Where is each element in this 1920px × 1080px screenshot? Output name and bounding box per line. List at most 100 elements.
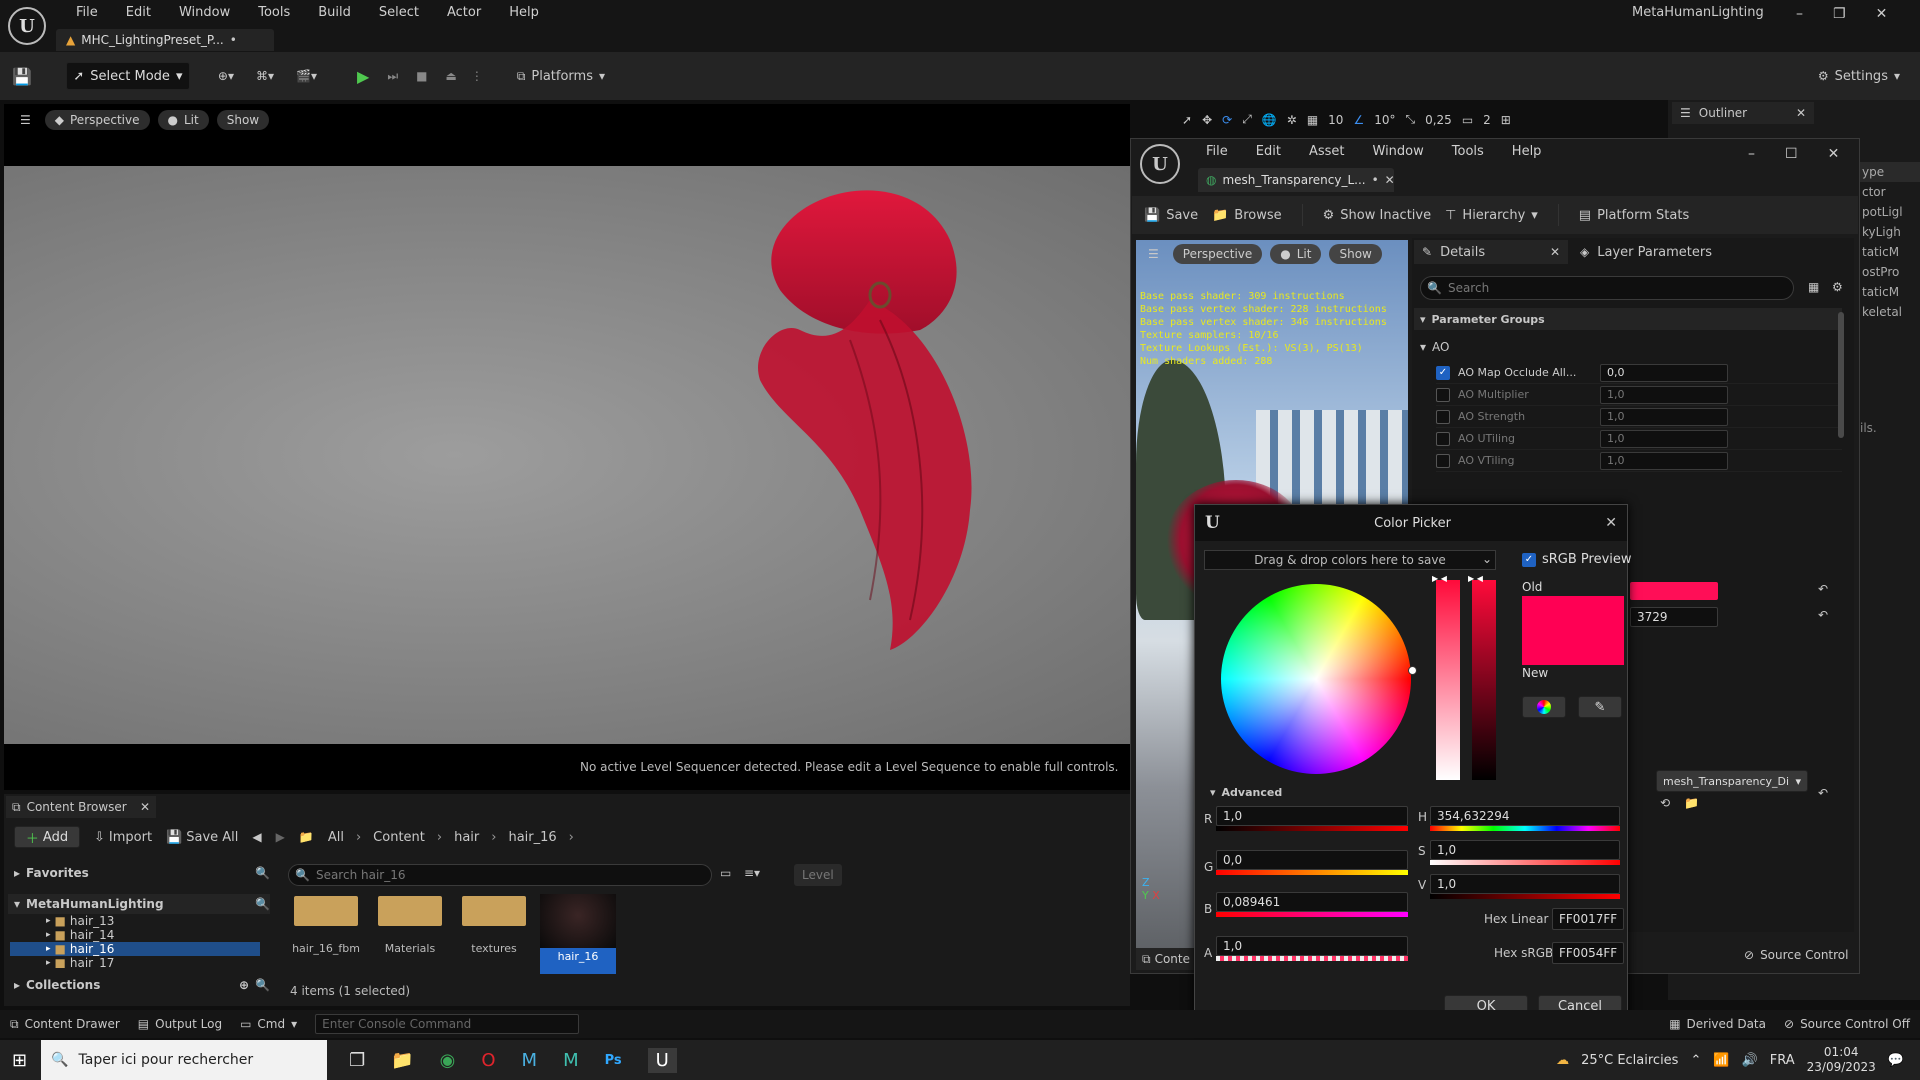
close-icon[interactable]: ✕ (1828, 146, 1840, 162)
grid-snap-value[interactable]: 10 (1328, 113, 1343, 127)
save-search-icon[interactable]: ▭ (720, 866, 731, 880)
asset-tile[interactable]: textures (456, 894, 532, 974)
reset-arrow-icon[interactable]: ↶ (1818, 582, 1828, 596)
chrome-icon[interactable]: ◉ (440, 1050, 456, 1071)
save-button[interactable]: 💾 Save (1144, 208, 1198, 223)
favorites-header[interactable]: ▸ Favorites 🔍 (14, 866, 270, 880)
color-picker-titlebar[interactable]: U Color Picker ✕ (1195, 505, 1627, 541)
collections-header[interactable]: ▸ Collections ⊕ 🔍 (14, 978, 270, 992)
preview-perspective-button[interactable]: Perspective (1172, 244, 1263, 264)
outliner-item[interactable]: keletal (1860, 302, 1920, 322)
menu-help[interactable]: Help (495, 5, 553, 20)
outliner-item[interactable]: taticM (1860, 282, 1920, 302)
outliner-item[interactable]: taticM (1860, 242, 1920, 262)
show-button[interactable]: Show (216, 110, 270, 130)
asset-search-input[interactable]: 🔍 Search hair_16 (288, 864, 712, 886)
browse-asset-icon[interactable]: 📁 (1684, 796, 1699, 810)
srgb-preview-toggle[interactable]: ✓ sRGB Preview (1522, 552, 1632, 567)
file-explorer-icon[interactable]: 📁 (391, 1050, 413, 1071)
content-drawer-button[interactable]: ⧉ Content Drawer (10, 1017, 120, 1032)
step-icon[interactable]: ⏭ (387, 69, 398, 84)
menu-actor[interactable]: Actor (433, 5, 495, 20)
s-input[interactable]: 1,0 (1430, 840, 1620, 860)
rotate-icon[interactable]: ⟳ (1222, 113, 1232, 127)
add-collection-icon[interactable]: ⊕ (239, 978, 249, 992)
menu-build[interactable]: Build (304, 5, 365, 20)
details-search-input[interactable]: 🔍 Search (1420, 276, 1794, 300)
task-view-icon[interactable]: ❐ (349, 1050, 365, 1071)
chevron-right-icon[interactable]: › (437, 830, 442, 845)
source-control-off-button[interactable]: ⊘ Source Control Off (1784, 1017, 1910, 1031)
blueprint-icon[interactable]: ⌘▾ (256, 69, 274, 83)
maximize-icon[interactable]: ☐ (1785, 146, 1798, 162)
cmd-dropdown[interactable]: ▭ Cmd ▾ (240, 1017, 297, 1031)
hamburger-icon[interactable]: ☰ (14, 113, 37, 127)
browse-button[interactable]: 📁 Browse (1212, 208, 1282, 223)
save-all-button[interactable]: 💾 Save All (166, 830, 238, 845)
old-color-swatch[interactable] (1522, 596, 1624, 629)
search-icon[interactable]: 🔍 (255, 978, 270, 992)
layout-icon[interactable]: ⊞ (1501, 113, 1511, 127)
parameter-override-checkbox[interactable] (1436, 409, 1450, 424)
details-tab[interactable]: ✎ Details ✕ (1414, 240, 1568, 264)
surface-snap-icon[interactable]: ✲ (1287, 113, 1297, 127)
opera-icon[interactable]: O (481, 1050, 495, 1071)
stop-icon[interactable]: ■ (416, 69, 427, 83)
srgb-checkbox[interactable]: ✓ (1522, 552, 1536, 567)
h-input[interactable]: 354,632294 (1430, 806, 1620, 826)
save-level-icon[interactable]: 💾 (12, 67, 32, 86)
eyedropper-button[interactable]: ✎ (1578, 696, 1622, 718)
chevron-right-icon[interactable]: › (491, 830, 496, 845)
material-menu-asset[interactable]: Asset (1295, 144, 1359, 159)
details-close-icon[interactable]: ✕ (1550, 245, 1560, 259)
outliner-item[interactable]: kyLigh (1860, 222, 1920, 242)
camera-speed-icon[interactable]: ▭ (1462, 113, 1473, 127)
hierarchy-button[interactable]: ⊤ Hierarchy ▾ (1445, 208, 1538, 223)
material-menu-window[interactable]: Window (1359, 144, 1438, 159)
content-browser-tab[interactable]: ⧉ Content Browser ✕ (6, 796, 156, 818)
material-menu-edit[interactable]: Edit (1242, 144, 1295, 159)
preview-lit-button[interactable]: ● Lit (1270, 244, 1322, 264)
param-color-swatch[interactable] (1630, 582, 1718, 600)
derived-data-button[interactable]: ▦ Derived Data (1669, 1017, 1766, 1031)
back-icon[interactable]: ◀ (252, 830, 261, 844)
outliner-close-icon[interactable]: ✕ (1796, 106, 1806, 120)
parameter-override-checkbox[interactable] (1436, 453, 1450, 468)
folder-tree-item[interactable]: ▸ ■ hair_14 (10, 928, 260, 942)
more-icon[interactable]: ⋮ (471, 69, 483, 83)
folder-tree-item[interactable]: ▸ ■ hair_17 (10, 956, 260, 968)
weather-label[interactable]: 25°C Eclaircies (1581, 1053, 1678, 1068)
parameter-value-input[interactable]: 1,0 (1600, 451, 1728, 470)
value-slider-handle[interactable]: ▶ ◀ (1468, 574, 1483, 583)
r-input[interactable]: 1,0 (1216, 806, 1408, 826)
settings-button[interactable]: ⚙ Settings ▾ (1818, 69, 1900, 84)
color-picker-close-icon[interactable]: ✕ (1605, 515, 1617, 531)
a-input[interactable]: 1,0 (1216, 936, 1408, 956)
outliner-item[interactable]: ctor (1860, 182, 1920, 202)
saturation-slider-handle[interactable]: ▶ ◀ (1432, 574, 1447, 583)
material-menu-file[interactable]: File (1192, 144, 1242, 159)
outliner-item[interactable]: ostPro (1860, 262, 1920, 282)
v-input[interactable]: 1,0 (1430, 874, 1620, 894)
texture-select-dropdown[interactable]: mesh_Transparency_Di ▾ (1656, 770, 1808, 792)
parameter-override-checkbox[interactable] (1436, 431, 1450, 446)
unreal-taskbar-icon[interactable]: U (647, 1047, 677, 1073)
translate-icon[interactable]: ✥ (1202, 113, 1212, 127)
saturation-slider[interactable] (1436, 580, 1460, 780)
platform-stats-button[interactable]: ▤ Platform Stats (1579, 208, 1689, 223)
advanced-section-header[interactable]: ▾ Advanced (1210, 786, 1282, 799)
dropzone-chevron-icon[interactable]: ⌄ (1482, 552, 1492, 566)
outliner-item[interactable]: potLigl (1860, 202, 1920, 222)
value-slider[interactable] (1472, 580, 1496, 780)
param-partial-value[interactable]: 3729 (1630, 607, 1718, 627)
camera-speed-value[interactable]: 2 (1483, 113, 1491, 127)
details-settings-icon[interactable]: ⚙ (1832, 280, 1843, 294)
platforms-button[interactable]: ⧉ Platforms ▾ (517, 69, 605, 84)
r-gradient-bar[interactable] (1216, 826, 1408, 831)
h-gradient-bar[interactable] (1430, 826, 1620, 831)
content-browser-close-icon[interactable]: ✕ (140, 800, 150, 814)
add-actor-icon[interactable]: ⊕▾ (218, 69, 234, 83)
windows-start-icon[interactable]: ⊞ (12, 1050, 27, 1071)
search-icon[interactable]: 🔍 (255, 897, 270, 911)
menu-edit[interactable]: Edit (112, 5, 165, 20)
